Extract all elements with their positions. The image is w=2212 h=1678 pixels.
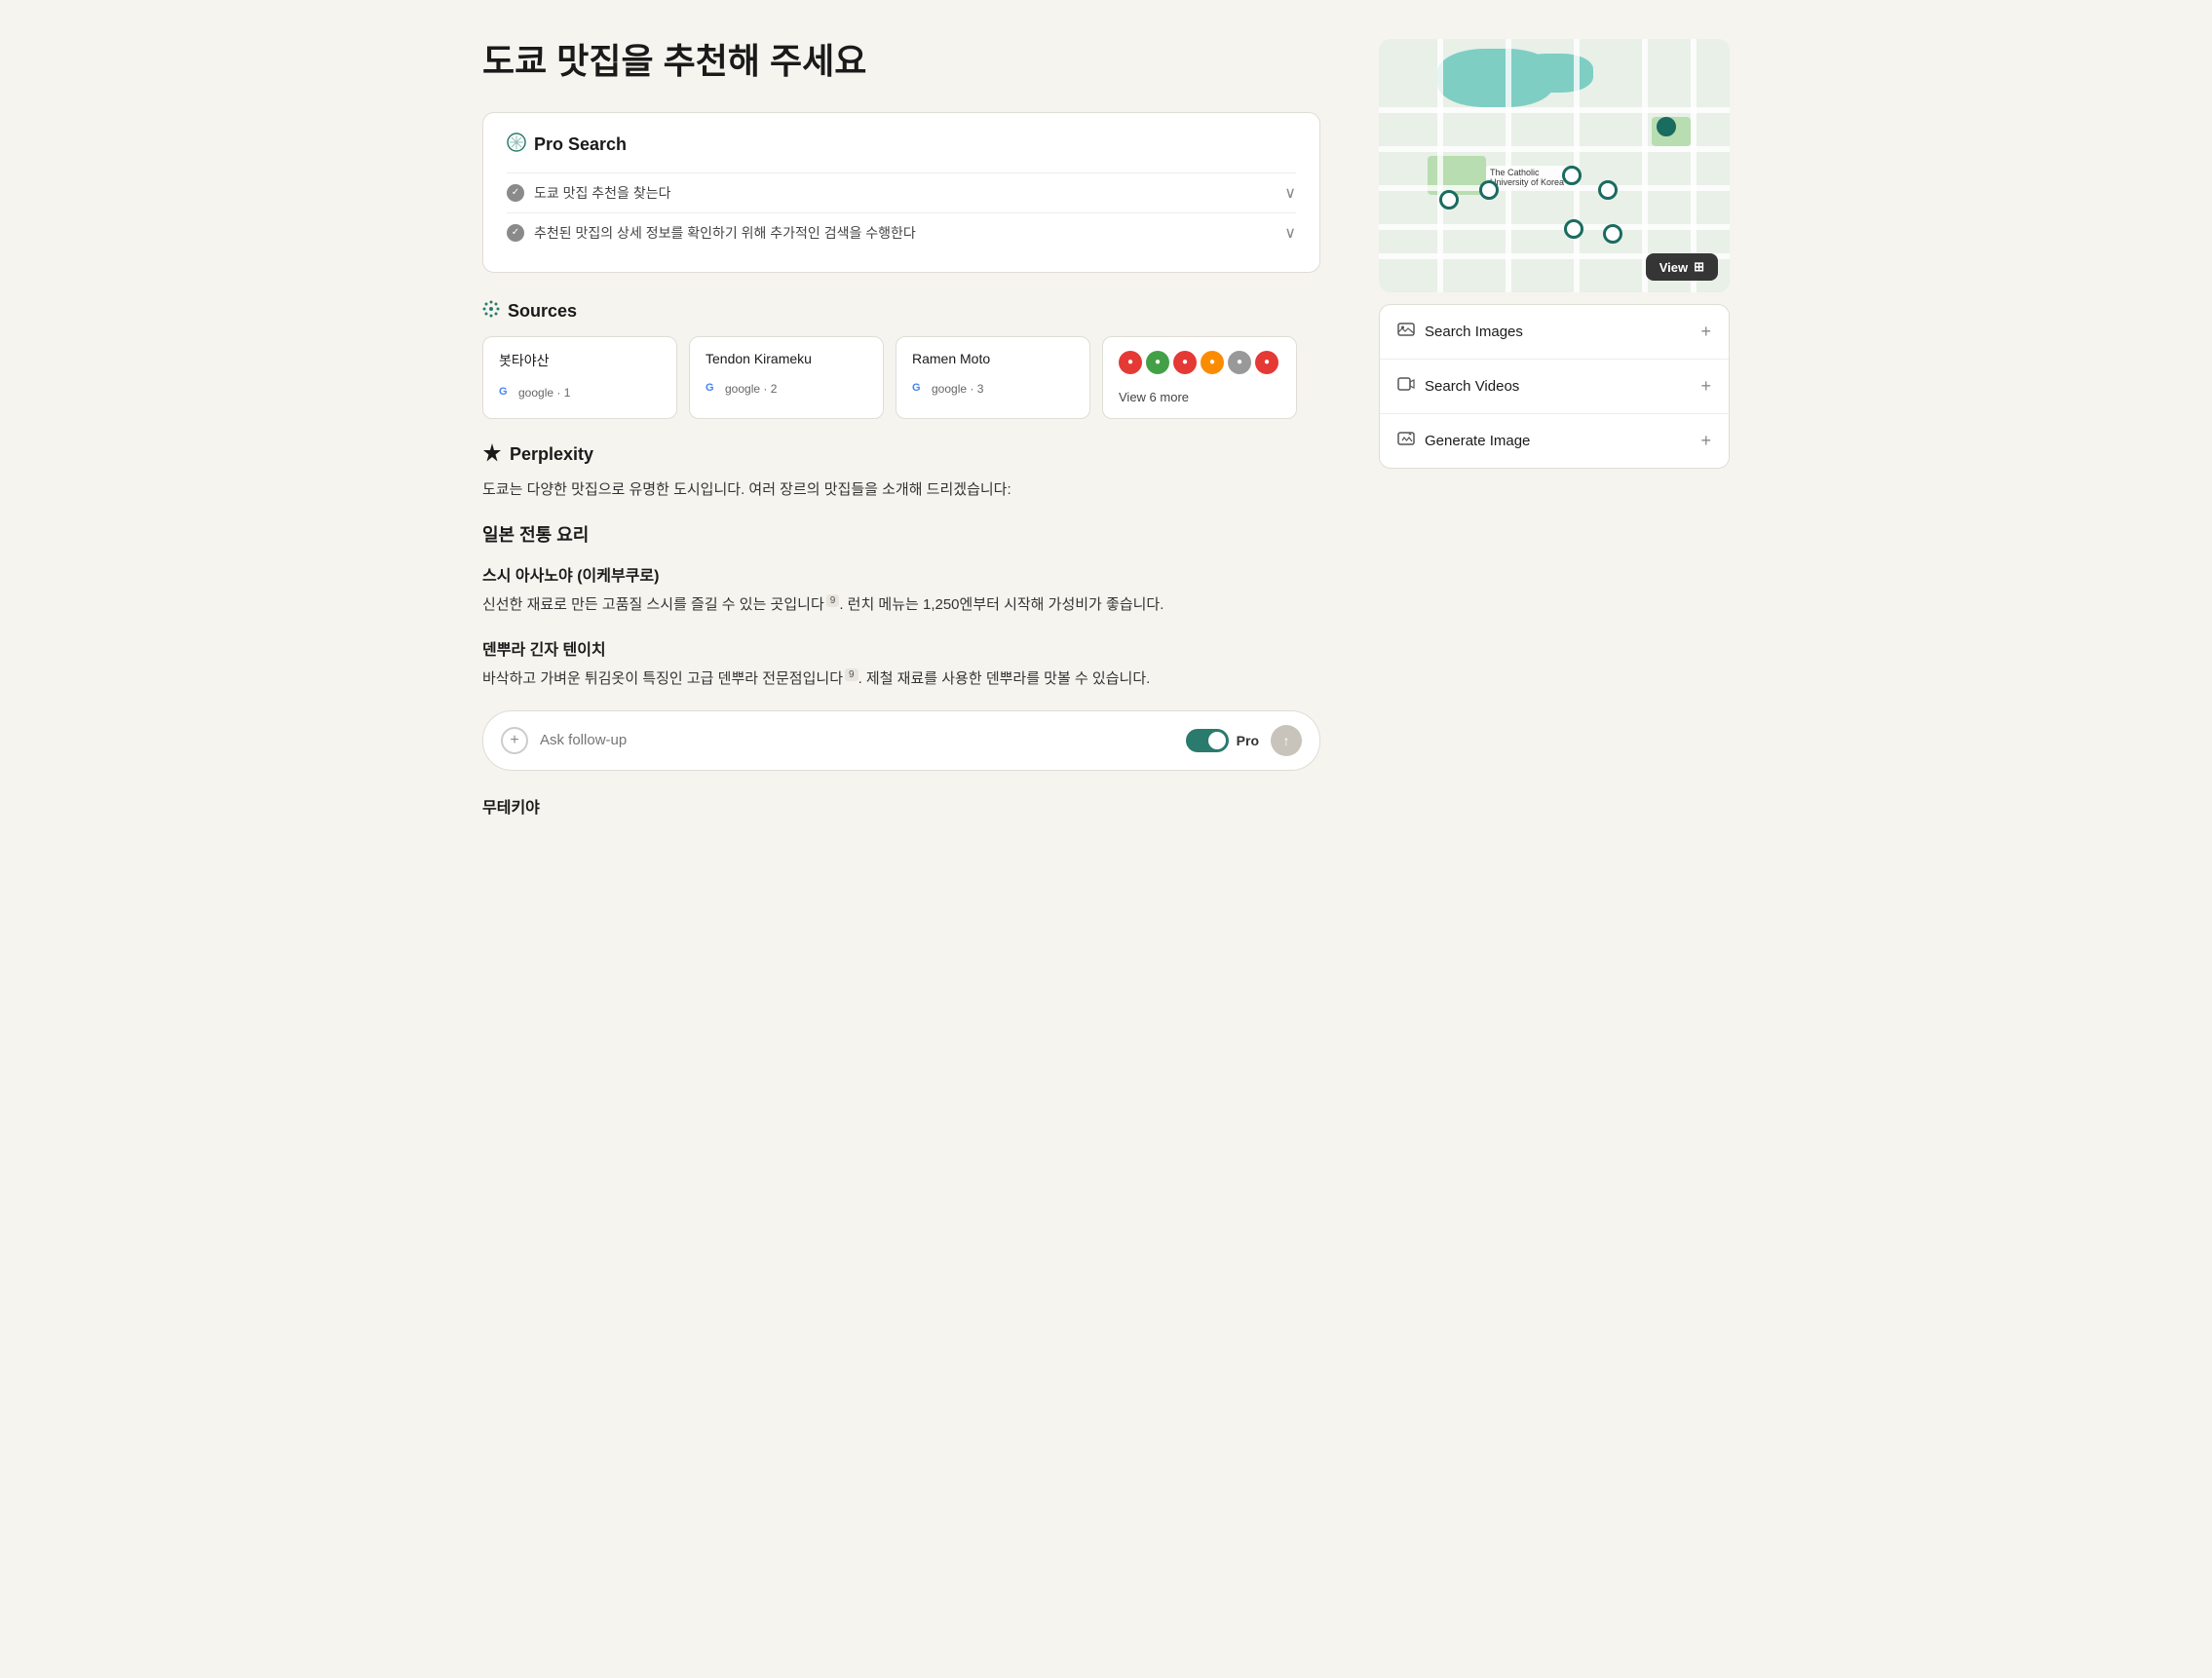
map-view-label: View bbox=[1659, 260, 1688, 275]
restaurant-name-1: 스시 아사노야 (이케부쿠로) bbox=[482, 562, 1320, 586]
sources-header: Sources bbox=[482, 300, 1320, 323]
more-icon-1: ● bbox=[1119, 351, 1142, 374]
map-pin-2 bbox=[1439, 190, 1459, 210]
map-pin-6 bbox=[1564, 219, 1583, 239]
generate-image-label: Generate Image bbox=[1425, 433, 1530, 449]
pro-search-logo-icon bbox=[507, 133, 526, 157]
pro-toggle[interactable]: Pro bbox=[1186, 729, 1259, 752]
pro-toggle-label: Pro bbox=[1237, 733, 1259, 748]
step-text-2: 추천된 맛집의 상세 정보를 확인하기 위해 추가적인 검색을 수행한다 bbox=[534, 223, 916, 243]
chevron-down-icon-2: ∨ bbox=[1284, 223, 1296, 243]
chevron-down-icon-1: ∨ bbox=[1284, 183, 1296, 203]
image-search-icon bbox=[1397, 321, 1415, 343]
step-dot-2 bbox=[507, 224, 524, 242]
pro-search-header: Pro Search bbox=[507, 133, 1296, 157]
search-images-label: Search Images bbox=[1425, 324, 1523, 340]
perplexity-icon bbox=[482, 442, 502, 467]
generate-image-plus-icon: + bbox=[1700, 431, 1711, 451]
more-icon-4: ● bbox=[1201, 351, 1224, 374]
map-pin-3 bbox=[1479, 180, 1499, 200]
source-more-card[interactable]: ● ● ● ● ● ● View 6 more bbox=[1102, 336, 1297, 419]
more-icon-3: ● bbox=[1173, 351, 1197, 374]
step-dot-1 bbox=[507, 184, 524, 202]
view-more-text: View 6 more bbox=[1119, 390, 1280, 404]
more-icon-5: ● bbox=[1228, 351, 1251, 374]
map-road-v-1 bbox=[1437, 39, 1443, 292]
category-title-1: 일본 전통 요리 bbox=[482, 521, 1320, 547]
source-footer-3: G google · 3 bbox=[912, 382, 1074, 396]
map-container[interactable]: The CatholicUniversity of Korea View ⊞ bbox=[1379, 39, 1730, 292]
more-icon-6: ● bbox=[1255, 351, 1278, 374]
toggle-switch[interactable] bbox=[1186, 729, 1229, 752]
google-icon-2: G bbox=[706, 382, 719, 396]
more-icon-2: ● bbox=[1146, 351, 1169, 374]
source-provider-1: google · 1 bbox=[518, 386, 570, 400]
search-step-2[interactable]: 추천된 맛집의 상세 정보를 확인하기 위해 추가적인 검색을 수행한다 ∨ bbox=[507, 212, 1296, 252]
map-road-v-4 bbox=[1642, 39, 1648, 292]
restaurant-desc-1: 신선한 재료로 만든 고품질 스시를 즐길 수 있는 곳입니다9. 런치 메뉴는… bbox=[482, 593, 1320, 617]
next-category-heading: 무테키야 bbox=[482, 794, 1320, 818]
step-text-1: 도쿄 맛집 추천을 찾는다 bbox=[534, 183, 670, 203]
map-road-h-1 bbox=[1379, 107, 1730, 113]
answer-header: Perplexity bbox=[482, 442, 1320, 467]
send-button[interactable]: ↑ bbox=[1271, 725, 1302, 756]
source-card-2[interactable]: Tendon Kirameku G google · 2 bbox=[689, 336, 884, 419]
answer-section: Perplexity 도쿄는 다양한 맛집으로 유명한 도시입니다. 여러 장르… bbox=[482, 442, 1320, 818]
map-road-h-2 bbox=[1379, 146, 1730, 152]
map-pin-1 bbox=[1657, 117, 1676, 136]
search-step-1[interactable]: 도쿄 맛집 추천을 찾는다 ∨ bbox=[507, 172, 1296, 212]
pro-search-box: Pro Search 도쿄 맛집 추천을 찾는다 ∨ 추천된 맛집의 상세 정보… bbox=[482, 112, 1320, 273]
source-name-2: Tendon Kirameku bbox=[706, 351, 867, 366]
sources-icon bbox=[482, 300, 500, 323]
map-background: The CatholicUniversity of Korea View ⊞ bbox=[1379, 39, 1730, 292]
search-images-action[interactable]: Search Images + bbox=[1380, 305, 1729, 360]
map-pin-5 bbox=[1598, 180, 1618, 200]
pro-search-title: Pro Search bbox=[534, 134, 627, 155]
google-icon-3: G bbox=[912, 382, 926, 396]
map-view-button[interactable]: View ⊞ bbox=[1646, 253, 1718, 281]
source-name-3: Ramen Moto bbox=[912, 351, 1074, 366]
restaurant-name-2: 덴뿌라 긴자 텐이치 bbox=[482, 636, 1320, 660]
search-images-plus-icon: + bbox=[1700, 322, 1711, 342]
sources-title: Sources bbox=[508, 301, 577, 322]
search-videos-plus-icon: + bbox=[1700, 376, 1711, 397]
search-videos-label: Search Videos bbox=[1425, 378, 1519, 395]
ref-sup-1: 9 bbox=[826, 594, 840, 607]
page-title: 도쿄 맛집을 추천해 주세요 bbox=[482, 39, 1320, 85]
more-icons: ● ● ● ● ● ● bbox=[1119, 351, 1280, 374]
source-card-1[interactable]: 봇타야산 G google · 1 bbox=[482, 336, 677, 419]
sidebar-actions: Search Images + Search Videos + bbox=[1379, 304, 1730, 469]
followup-bar: + Pro ↑ bbox=[482, 710, 1320, 771]
answer-intro: 도쿄는 다양한 맛집으로 유명한 도시입니다. 여러 장르의 맛집들을 소개해 … bbox=[482, 478, 1320, 502]
add-followup-button[interactable]: + bbox=[501, 727, 528, 754]
source-provider-2: google · 2 bbox=[725, 382, 777, 396]
source-footer-1: G google · 1 bbox=[499, 386, 661, 400]
source-footer-2: G google · 2 bbox=[706, 382, 867, 396]
source-provider-3: google · 3 bbox=[932, 382, 983, 396]
source-name-1: 봇타야산 bbox=[499, 351, 661, 370]
main-content: 도쿄 맛집을 추천해 주세요 Pro Search 도쿄 맛집 추천을 찾는다 bbox=[482, 39, 1320, 1639]
video-search-icon bbox=[1397, 375, 1415, 398]
map-water-2 bbox=[1515, 54, 1593, 93]
sidebar: The CatholicUniversity of Korea View ⊞ bbox=[1379, 39, 1730, 1639]
generate-image-icon bbox=[1397, 430, 1415, 452]
search-videos-action[interactable]: Search Videos + bbox=[1380, 360, 1729, 414]
sources-grid: 봇타야산 G google · 1 Tendon Kirameku G goog… bbox=[482, 336, 1320, 419]
source-card-3[interactable]: Ramen Moto G google · 3 bbox=[896, 336, 1090, 419]
sources-section: Sources 봇타야산 G google · 1 Tendon Kiramek… bbox=[482, 300, 1320, 419]
ref-sup-2: 9 bbox=[845, 668, 858, 681]
toggle-knob bbox=[1208, 732, 1226, 749]
map-pin-4 bbox=[1562, 166, 1582, 185]
google-icon-1: G bbox=[499, 386, 513, 400]
generate-image-action[interactable]: Generate Image + bbox=[1380, 414, 1729, 468]
followup-input[interactable] bbox=[540, 732, 1174, 748]
map-pin-7 bbox=[1603, 224, 1622, 244]
map-label-university: The CatholicUniversity of Korea bbox=[1486, 166, 1568, 189]
answer-brand: Perplexity bbox=[510, 444, 593, 465]
map-grid-icon: ⊞ bbox=[1694, 259, 1704, 275]
map-road-h-4 bbox=[1379, 224, 1730, 230]
restaurant-desc-2: 바삭하고 가벼운 튀김옷이 특징인 고급 덴뿌라 전문점입니다9. 제철 재료를… bbox=[482, 667, 1320, 691]
